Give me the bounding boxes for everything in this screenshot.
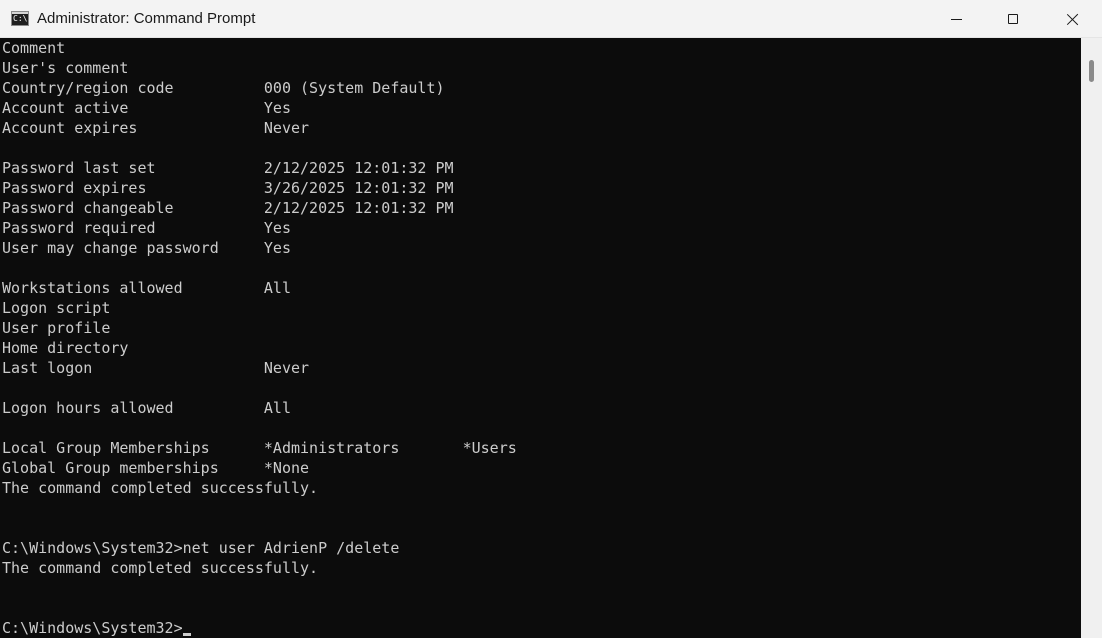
console-line: Password changeable 2/12/2025 12:01:32 P… xyxy=(2,199,454,217)
console-line: User profile xyxy=(2,319,111,337)
console-line: Logon hours allowed All xyxy=(2,399,291,417)
console-line: User's comment xyxy=(2,59,129,77)
console-line: Global Group memberships *None xyxy=(2,459,310,477)
prompt-line[interactable]: C:\Windows\System32> xyxy=(0,618,1081,638)
scroll-thumb[interactable] xyxy=(1089,60,1094,82)
cmd-icon: C:\ xyxy=(11,11,29,26)
close-icon xyxy=(1066,13,1079,26)
command-prompt-window: C:\ Administrator: Command Prompt Commen… xyxy=(0,0,1102,638)
console-line: Last logon Never xyxy=(2,359,310,377)
console-line: Password required Yes xyxy=(2,219,291,237)
prompt-text: C:\Windows\System32> xyxy=(2,619,183,637)
minimize-icon xyxy=(950,18,962,20)
console-line: Home directory xyxy=(2,339,129,357)
console-line: Password expires 3/26/2025 12:01:32 PM xyxy=(2,179,454,197)
console-line: Country/region code 000 (System Default) xyxy=(2,79,445,97)
maximize-icon xyxy=(1008,14,1018,24)
maximize-button[interactable] xyxy=(984,0,1042,38)
console-line: The command completed successfully. xyxy=(2,479,319,497)
console-line: C:\Windows\System32>net user AdrienP /de… xyxy=(2,539,400,557)
minimize-button[interactable] xyxy=(927,0,985,38)
console-output[interactable]: Comment User's comment Country/region co… xyxy=(0,38,1081,638)
console-line: Account expires Never xyxy=(2,119,310,137)
console-line: The command completed successfully. xyxy=(2,559,319,577)
window-title: Administrator: Command Prompt xyxy=(37,10,256,27)
console-line: Logon script xyxy=(2,299,111,317)
console-line: Workstations allowed All xyxy=(2,279,291,297)
console-line: Password last set 2/12/2025 12:01:32 PM xyxy=(2,159,454,177)
vertical-scrollbar[interactable] xyxy=(1081,38,1102,638)
console-line: Local Group Memberships *Administrators … xyxy=(2,439,517,457)
close-button[interactable] xyxy=(1043,0,1101,38)
text-cursor xyxy=(182,633,191,636)
console-line: Comment xyxy=(2,39,66,57)
console-line: Account active Yes xyxy=(2,99,291,117)
title-bar[interactable]: C:\ Administrator: Command Prompt xyxy=(0,0,1102,38)
console-line: User may change password Yes xyxy=(2,239,291,257)
